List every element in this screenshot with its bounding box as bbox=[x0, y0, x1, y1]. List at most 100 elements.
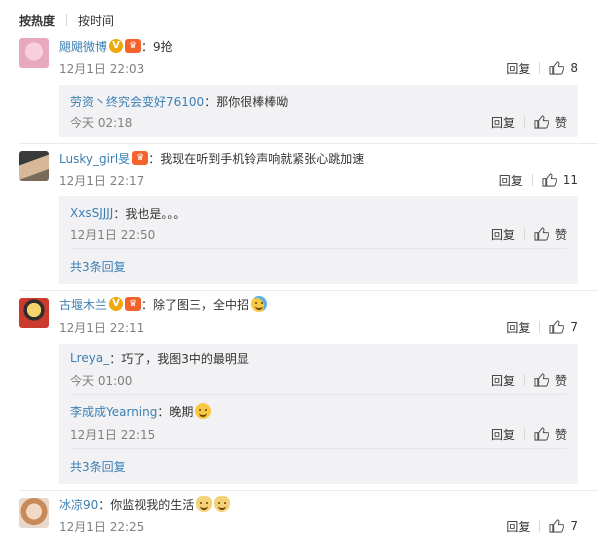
comment-time: 12月1日 22:25 bbox=[59, 519, 145, 534]
comment-line: 古堰木兰 V ♛ ：除了图三，全中招 bbox=[59, 295, 268, 313]
sort-by-hot-tab[interactable]: 按热度 bbox=[19, 12, 55, 29]
avatar[interactable] bbox=[19, 151, 49, 181]
thumbs-up-icon bbox=[549, 61, 565, 75]
v-badge-icon: V bbox=[109, 297, 124, 311]
like-label: 赞 bbox=[554, 373, 567, 388]
thumbs-up-icon bbox=[534, 427, 549, 441]
reply-button[interactable]: 回复 bbox=[499, 172, 523, 189]
like-count: 7 bbox=[570, 519, 578, 533]
reply-button[interactable]: 回复 bbox=[491, 114, 515, 131]
thumbs-up-icon bbox=[534, 373, 549, 387]
comment-actions: 回复 11 bbox=[499, 172, 578, 188]
action-divider bbox=[539, 321, 541, 333]
reply-username[interactable]: XxsSJJJJ bbox=[70, 206, 113, 220]
action-divider bbox=[531, 174, 533, 186]
comment-text: ：你监视我的生活 bbox=[98, 497, 195, 512]
reply-list: XxsSJJJJ ：我也是。。。 12月1日 22:50 回复 赞 共3条回复 bbox=[59, 196, 578, 284]
like-label: 赞 bbox=[554, 427, 567, 442]
reply-divider bbox=[70, 448, 567, 449]
reply-username[interactable]: Lreya_ bbox=[70, 351, 109, 365]
emoji-icon bbox=[251, 296, 268, 312]
like-button[interactable]: 11 bbox=[542, 173, 578, 187]
comment-time: 12月1日 22:11 bbox=[59, 320, 145, 335]
comment-line: 冰凉90 ：你监视我的生活 bbox=[59, 495, 231, 513]
reply-line: 劳资丶终究会变好76100 ：那你很棒棒呦 bbox=[70, 92, 567, 110]
reply-button[interactable]: 回复 bbox=[491, 372, 515, 389]
reply-divider bbox=[70, 248, 567, 249]
comment-actions: 回复 8 bbox=[506, 60, 578, 76]
reply-time: 今天 02:18 bbox=[70, 115, 133, 130]
comment-divider bbox=[19, 143, 598, 144]
reply-button[interactable]: 回复 bbox=[506, 319, 530, 336]
like-button[interactable]: 8 bbox=[549, 61, 578, 75]
reply-username[interactable]: 李成成Yearning bbox=[70, 403, 157, 420]
comment-actions: 回复 7 bbox=[506, 319, 578, 335]
like-button[interactable]: 赞 bbox=[534, 372, 567, 389]
reply-line: XxsSJJJJ ：我也是。。。 bbox=[70, 204, 567, 222]
reply-item: XxsSJJJJ ：我也是。。。 12月1日 22:50 回复 赞 bbox=[70, 204, 567, 242]
sort-bar: 按热度 按时间 bbox=[19, 11, 114, 29]
like-button[interactable]: 赞 bbox=[534, 114, 567, 131]
action-divider bbox=[523, 228, 525, 240]
reply-divider bbox=[70, 394, 567, 395]
reply-list: 劳资丶终究会变好76100 ：那你很棒棒呦 今天 02:18 回复 赞 bbox=[59, 85, 578, 137]
sort-by-time-tab[interactable]: 按时间 bbox=[78, 12, 114, 29]
thumbs-up-icon bbox=[534, 115, 549, 129]
action-divider bbox=[523, 116, 525, 128]
reply-actions: 回复 赞 bbox=[491, 426, 567, 442]
avatar[interactable] bbox=[19, 38, 49, 68]
reply-button[interactable]: 回复 bbox=[491, 226, 515, 243]
like-button[interactable]: 7 bbox=[549, 519, 578, 533]
comment-line: Lusky_girl旻 ♛ ：我现在听到手机铃声响就紧张心跳加速 bbox=[59, 149, 364, 167]
like-label: 赞 bbox=[554, 227, 567, 242]
reply-line: 李成成Yearning ：晚期 bbox=[70, 402, 567, 420]
reply-text: ：巧了，我图3中的最明显 bbox=[109, 351, 249, 366]
comment-text: ：我现在听到手机铃声响就紧张心跳加速 bbox=[148, 151, 365, 166]
v-badge-icon: V bbox=[109, 39, 124, 53]
more-replies-link[interactable]: 共3条回复 bbox=[70, 458, 126, 475]
reply-time: 12月1日 22:15 bbox=[70, 427, 156, 442]
reply-line: Lreya_ ：巧了，我图3中的最明显 bbox=[70, 349, 567, 367]
like-button[interactable]: 赞 bbox=[534, 226, 567, 243]
thumbs-up-icon bbox=[549, 320, 565, 334]
reply-button[interactable]: 回复 bbox=[506, 518, 530, 535]
comment-divider bbox=[19, 490, 598, 491]
thumbs-up-icon bbox=[534, 227, 549, 241]
like-count: 7 bbox=[570, 320, 578, 334]
reply-item: Lreya_ ：巧了，我图3中的最明显 今天 01:00 回复 赞 bbox=[70, 349, 567, 388]
comment-text: ：除了图三，全中招 bbox=[141, 297, 250, 312]
comment-username[interactable]: 古堰木兰 bbox=[59, 296, 107, 313]
avatar[interactable] bbox=[19, 298, 49, 328]
reply-actions: 回复 赞 bbox=[491, 372, 567, 388]
vip-badge-icon: ♛ bbox=[132, 151, 149, 165]
like-button[interactable]: 7 bbox=[549, 320, 578, 334]
action-divider bbox=[523, 428, 525, 440]
reply-text: ：晚期 bbox=[157, 404, 194, 419]
action-divider bbox=[539, 62, 541, 74]
thumbs-up-icon bbox=[542, 173, 557, 187]
comment-divider bbox=[19, 290, 598, 291]
action-divider bbox=[539, 520, 541, 532]
comment-username[interactable]: 飓飓微博 bbox=[59, 38, 107, 55]
comment-actions: 回复 7 bbox=[506, 518, 578, 534]
comment-text: ：9抢 bbox=[141, 39, 173, 54]
avatar[interactable] bbox=[19, 498, 49, 528]
reply-username[interactable]: 劳资丶终究会变好76100 bbox=[70, 93, 204, 110]
comment-line: 飓飓微博 V ♛ ：9抢 bbox=[59, 37, 173, 55]
reply-item: 劳资丶终究会变好76100 ：那你很棒棒呦 今天 02:18 回复 赞 bbox=[70, 92, 567, 130]
reply-button[interactable]: 回复 bbox=[491, 426, 515, 443]
like-count: 11 bbox=[562, 173, 578, 187]
vip-badge-icon: ♛ bbox=[125, 297, 142, 311]
more-replies-link[interactable]: 共3条回复 bbox=[70, 258, 126, 275]
sort-divider bbox=[66, 14, 68, 26]
emoji-icon bbox=[196, 496, 213, 512]
reply-button[interactable]: 回复 bbox=[506, 60, 530, 77]
like-count: 8 bbox=[570, 61, 578, 75]
comment-username[interactable]: 冰凉90 bbox=[59, 496, 98, 513]
comment-username[interactable]: Lusky_girl旻 bbox=[59, 150, 130, 167]
like-button[interactable]: 赞 bbox=[534, 426, 567, 443]
reply-time: 12月1日 22:50 bbox=[70, 227, 156, 242]
vip-badge-icon: ♛ bbox=[125, 39, 142, 53]
reply-text: ：那你很棒棒呦 bbox=[204, 94, 289, 109]
thumbs-up-icon bbox=[549, 519, 565, 533]
